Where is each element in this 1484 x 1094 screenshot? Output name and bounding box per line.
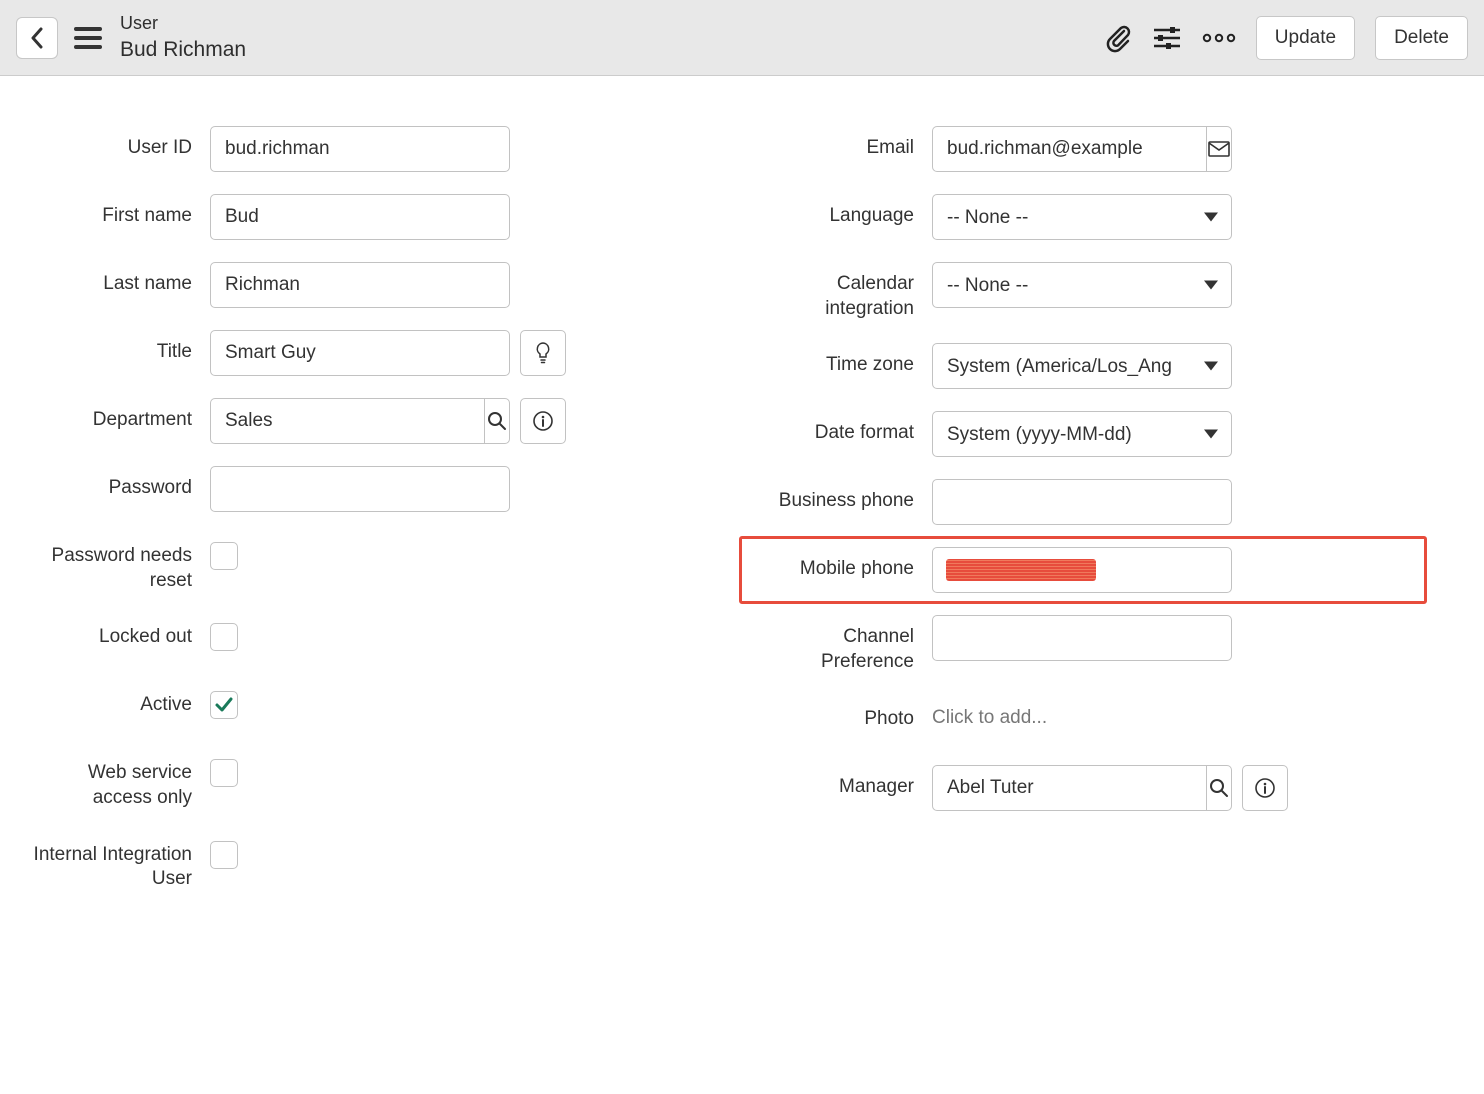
manager-info-button[interactable]	[1242, 765, 1288, 811]
language-select[interactable]: -- None --	[932, 194, 1232, 240]
menu-icon[interactable]	[70, 23, 106, 53]
right-column: Email Language -- None --	[752, 126, 1414, 914]
timezone-select[interactable]: System (America/Los_Ang	[932, 343, 1232, 389]
record-type-label: User	[120, 12, 246, 35]
user-id-field[interactable]	[210, 126, 510, 172]
lightbulb-icon	[534, 341, 552, 365]
left-column: User ID First name Last name Title	[30, 126, 692, 914]
password-reset-checkbox[interactable]	[210, 542, 238, 570]
channel-pref-field[interactable]	[932, 615, 1232, 661]
date-format-label: Date format	[752, 411, 932, 446]
department-lookup-button[interactable]	[484, 398, 510, 444]
business-phone-field[interactable]	[932, 479, 1232, 525]
email-send-button[interactable]	[1206, 126, 1232, 172]
business-phone-label: Business phone	[752, 479, 932, 514]
record-name: Bud Richman	[120, 36, 246, 63]
department-field[interactable]	[210, 398, 484, 444]
language-label: Language	[752, 194, 932, 229]
photo-label: Photo	[752, 697, 932, 732]
password-field[interactable]	[210, 466, 510, 512]
web-service-checkbox[interactable]	[210, 759, 238, 787]
department-info-button[interactable]	[520, 398, 566, 444]
form-header: User Bud Richman Update Delete	[0, 0, 1484, 76]
check-icon	[214, 696, 234, 714]
settings-sliders-icon[interactable]	[1152, 24, 1182, 52]
user-id-label: User ID	[30, 126, 210, 161]
active-checkbox[interactable]	[210, 691, 238, 719]
calendar-select[interactable]: -- None --	[932, 262, 1232, 308]
first-name-field[interactable]	[210, 194, 510, 240]
more-actions-icon[interactable]	[1202, 33, 1236, 43]
password-reset-label: Password needs reset	[30, 534, 210, 593]
chevron-left-icon	[29, 27, 45, 49]
update-button[interactable]: Update	[1256, 16, 1355, 60]
attachment-icon[interactable]	[1104, 23, 1132, 53]
info-icon	[1254, 777, 1276, 799]
channel-pref-label: Channel Preference	[752, 615, 932, 674]
photo-add-link[interactable]: Click to add...	[932, 697, 1047, 729]
last-name-label: Last name	[30, 262, 210, 297]
web-service-label: Web service access only	[30, 751, 210, 810]
timezone-label: Time zone	[752, 343, 932, 378]
mobile-phone-highlight: Mobile phone	[739, 536, 1427, 604]
internal-integration-checkbox[interactable]	[210, 841, 238, 869]
calendar-label: Calendar integration	[752, 262, 932, 321]
search-icon	[487, 411, 507, 431]
redacted-value	[946, 559, 1096, 581]
first-name-label: First name	[30, 194, 210, 229]
email-field[interactable]	[932, 126, 1206, 172]
locked-out-checkbox[interactable]	[210, 623, 238, 651]
internal-integration-label: Internal Integration User	[30, 833, 210, 892]
header-title: User Bud Richman	[120, 12, 246, 63]
info-icon	[532, 410, 554, 432]
mobile-phone-label: Mobile phone	[752, 547, 932, 582]
department-label: Department	[30, 398, 210, 433]
form-body: User ID First name Last name Title	[0, 76, 1484, 954]
search-icon	[1209, 778, 1229, 798]
title-suggestion-button[interactable]	[520, 330, 566, 376]
locked-out-label: Locked out	[30, 615, 210, 650]
manager-field[interactable]	[932, 765, 1206, 811]
date-format-select[interactable]: System (yyyy-MM-dd)	[932, 411, 1232, 457]
manager-label: Manager	[752, 765, 932, 800]
manager-lookup-button[interactable]	[1206, 765, 1232, 811]
delete-button[interactable]: Delete	[1375, 16, 1468, 60]
back-button[interactable]	[16, 17, 58, 59]
password-label: Password	[30, 466, 210, 501]
active-label: Active	[30, 683, 210, 718]
title-label: Title	[30, 330, 210, 365]
title-field[interactable]	[210, 330, 510, 376]
last-name-field[interactable]	[210, 262, 510, 308]
email-label: Email	[752, 126, 932, 161]
envelope-icon	[1208, 141, 1230, 157]
